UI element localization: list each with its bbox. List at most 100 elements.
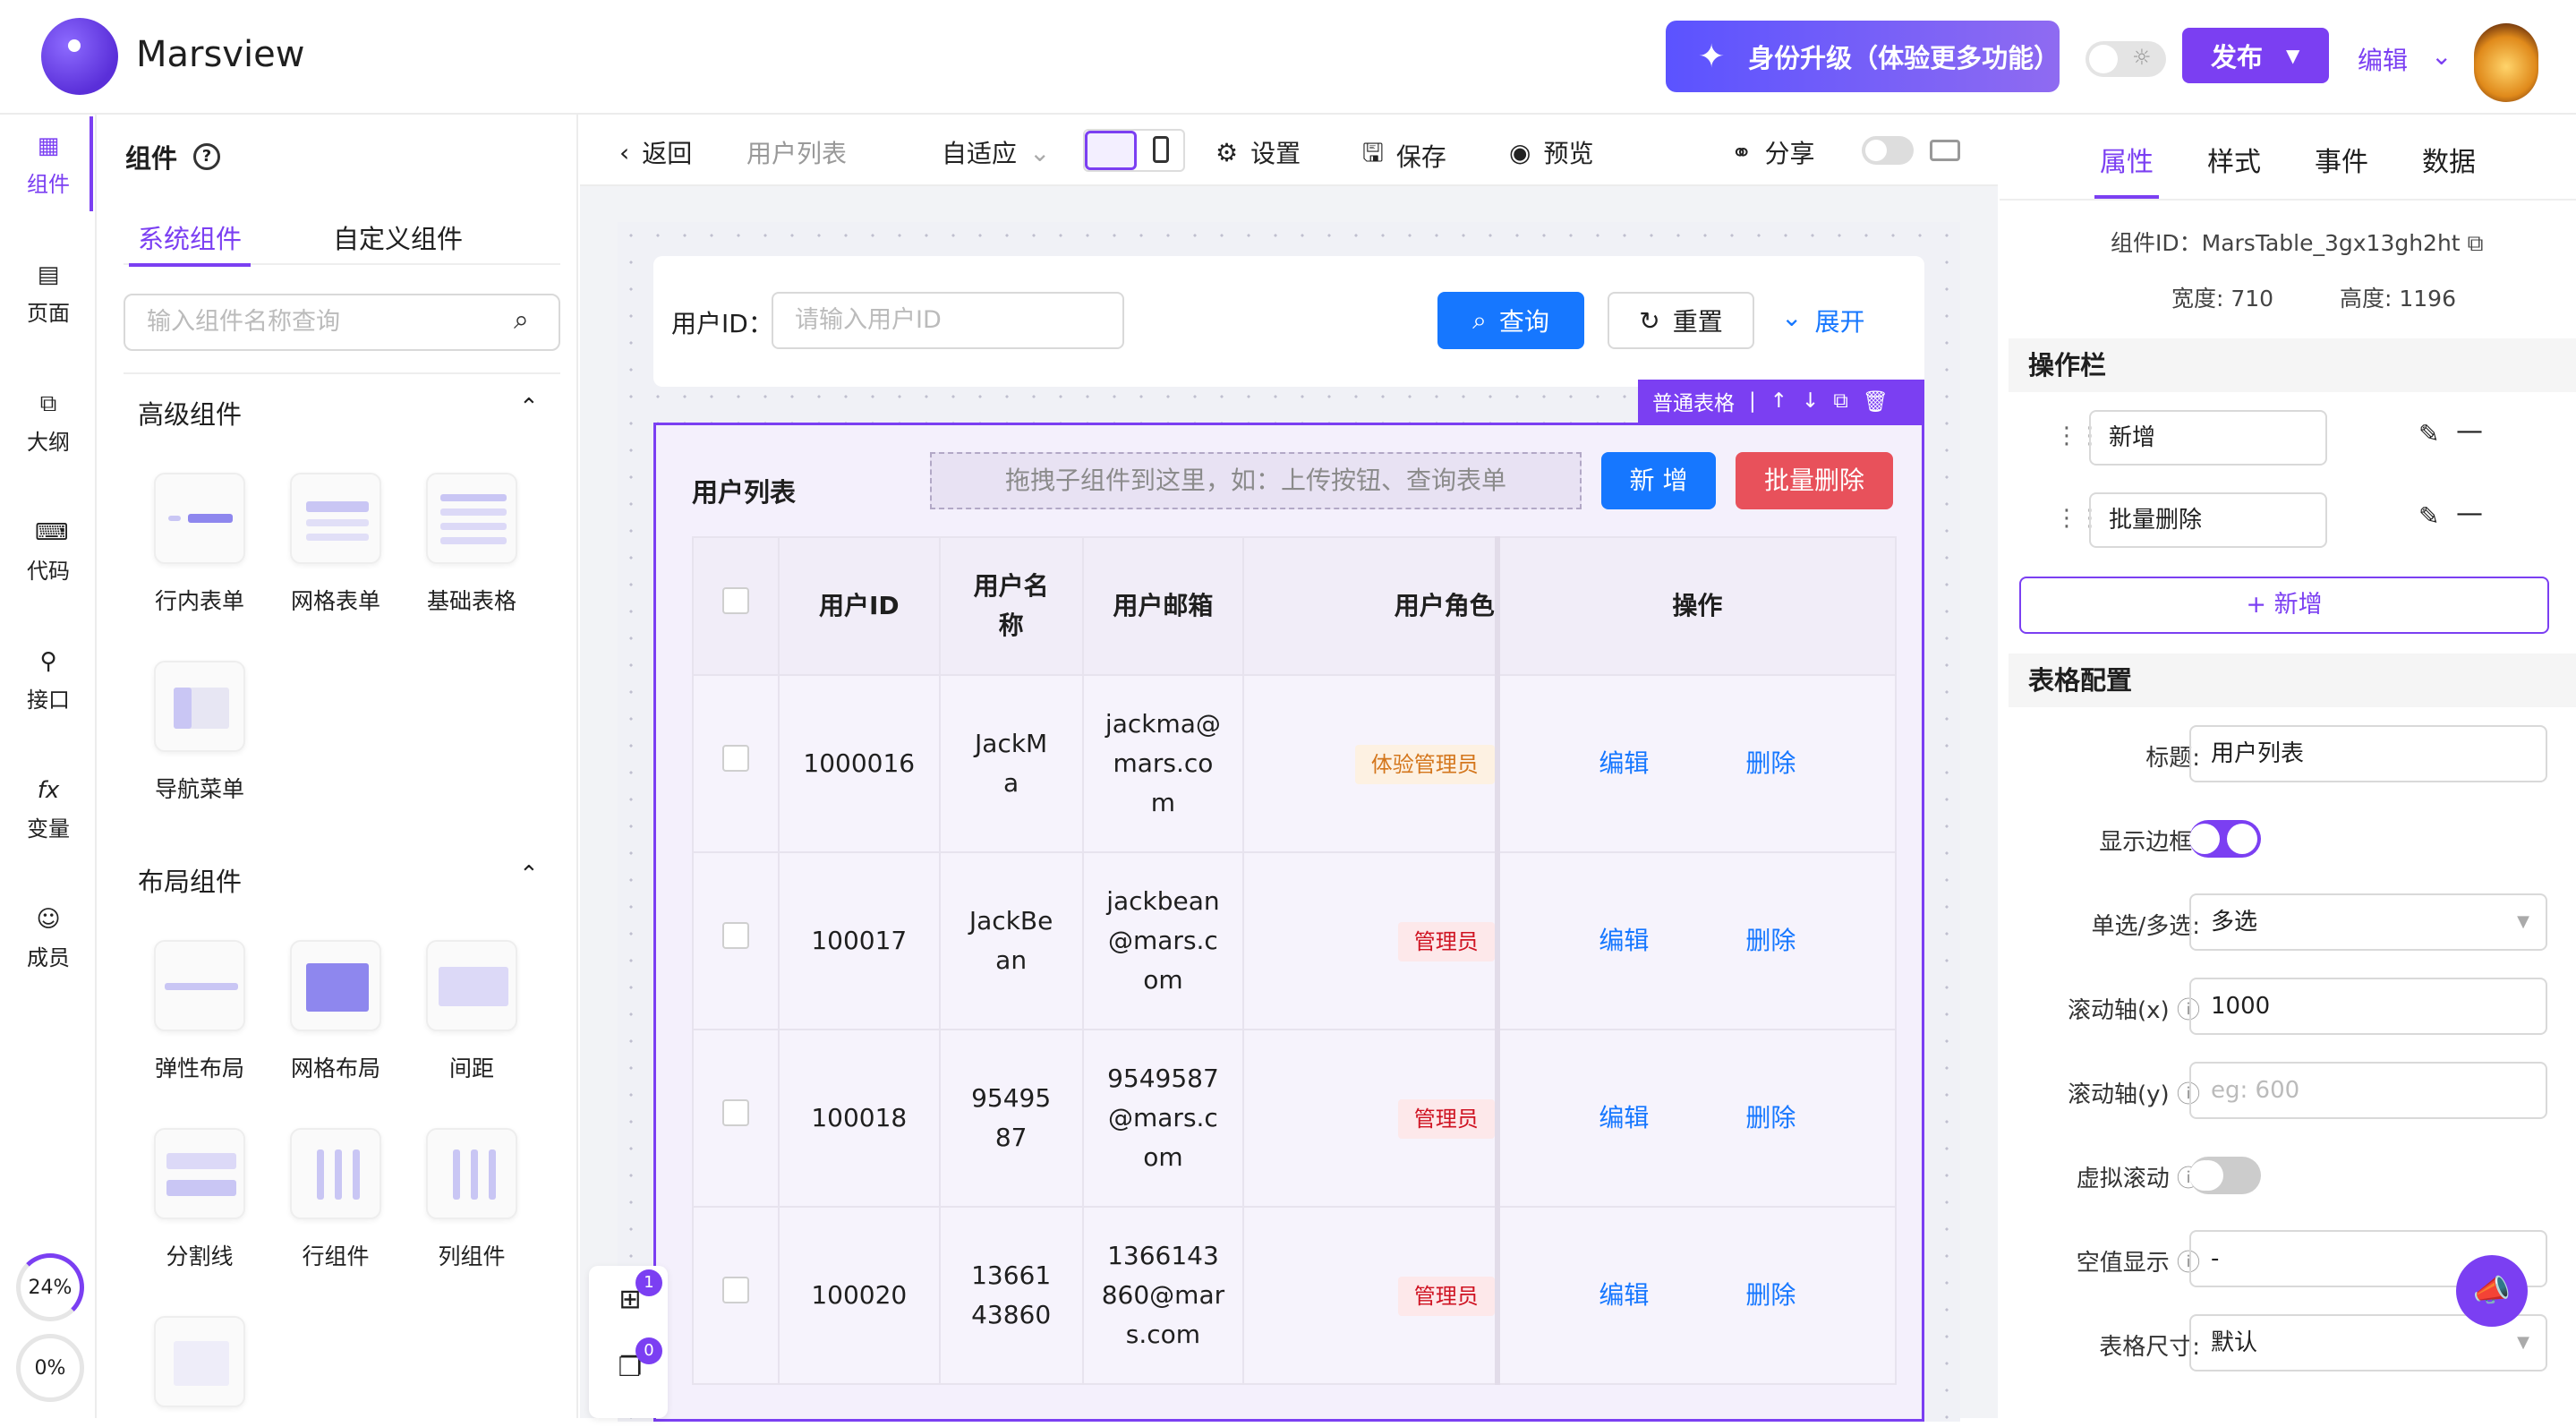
- edit-icon[interactable]: ✎: [2418, 419, 2439, 449]
- email-cell: 9549587@mars.com: [1081, 1029, 1245, 1208]
- edit-link[interactable]: 编辑: [1599, 926, 1649, 955]
- component-grid-form[interactable]: 网格表单: [277, 473, 394, 616]
- arrow-down-icon[interactable]: ↓: [1802, 389, 1819, 413]
- scroll-x-input[interactable]: 1000: [2189, 978, 2547, 1035]
- divider: [124, 372, 560, 374]
- upgrade-button[interactable]: ✦ 身份升级（体验更多功能）: [1666, 21, 2060, 92]
- batch-delete-button[interactable]: 批量删除: [1736, 452, 1893, 509]
- delete-link[interactable]: 删除: [1745, 926, 1796, 955]
- edit-link[interactable]: 编辑: [1599, 748, 1649, 778]
- rail-item-outline[interactable]: ⧉ 大纲: [0, 390, 97, 456]
- user-id-label: 用户ID：: [671, 309, 773, 338]
- component-basic-table[interactable]: 基础表格: [414, 473, 530, 616]
- op-input[interactable]: 批量删除: [2089, 492, 2327, 548]
- row-checkbox[interactable]: [721, 922, 749, 949]
- op-input[interactable]: 新增: [2089, 410, 2327, 466]
- desktop-icon[interactable]: [1085, 131, 1137, 170]
- copy-icon[interactable]: ⧉: [1833, 389, 1847, 413]
- component-space[interactable]: 间距: [414, 940, 530, 1083]
- component-label: 行组件: [302, 1243, 370, 1269]
- add-op-button[interactable]: + 新增: [2019, 577, 2549, 634]
- rail-item-members[interactable]: ☺ 成员: [0, 906, 97, 971]
- expand-button[interactable]: ⌄ 展开: [1781, 303, 1864, 338]
- rail-item-code[interactable]: ⌨ 代码: [0, 519, 97, 585]
- row-checkbox[interactable]: [721, 1099, 749, 1126]
- component-search-input[interactable]: 输入组件名称查询: [124, 294, 560, 351]
- component-row[interactable]: 行组件: [277, 1128, 394, 1271]
- share-button[interactable]: ⚭ 分享: [1731, 134, 1814, 170]
- add-button[interactable]: 新 增: [1601, 452, 1716, 509]
- scroll-y-input[interactable]: eg: 600: [2189, 1062, 2547, 1119]
- edit-link[interactable]: 编辑: [1599, 1103, 1649, 1132]
- query-button[interactable]: ⌕ 查询: [1437, 292, 1584, 349]
- tab-props[interactable]: 属性: [2094, 140, 2159, 199]
- settings-button[interactable]: ⚙ 设置: [1215, 134, 1301, 170]
- chevron-up-icon[interactable]: ⌃: [519, 861, 539, 888]
- search-icon[interactable]: ⌕: [514, 304, 529, 336]
- email-cell: jackbean@mars.com: [1081, 851, 1245, 1030]
- mobile-icon[interactable]: [1153, 136, 1169, 163]
- action-cell: 编辑 删除: [1496, 851, 1898, 1030]
- fit-dropdown[interactable]: 自适应 ⌄: [942, 134, 1050, 170]
- arrow-up-icon[interactable]: ↑: [1770, 389, 1787, 413]
- rail-item-api[interactable]: ⚲ 接口: [0, 648, 97, 714]
- tab-system-components[interactable]: 系统组件: [128, 218, 252, 267]
- toolbar-toggle[interactable]: [1862, 136, 1914, 165]
- col-header: 用户角色: [1242, 536, 1500, 676]
- select-all-checkbox[interactable]: [721, 587, 749, 614]
- rail-item-components[interactable]: ▦ 组件: [0, 116, 97, 211]
- edit-icon[interactable]: ✎: [2418, 501, 2439, 531]
- save-button[interactable]: 🖫 保存: [1362, 134, 1446, 177]
- table-wrapper[interactable]: 用户列表 拖拽子组件到这里，如：上传按钮、查询表单 新 增 批量删除 用户ID …: [653, 423, 1924, 1422]
- component-col[interactable]: 列组件: [414, 1128, 530, 1271]
- title-input[interactable]: 用户列表: [2189, 725, 2547, 782]
- publish-button[interactable]: 发布 ▼: [2182, 28, 2329, 83]
- select-mode-dropdown[interactable]: 多选 ▼: [2189, 893, 2547, 951]
- delete-link[interactable]: 删除: [1745, 1280, 1796, 1310]
- tab-style[interactable]: 样式: [2207, 140, 2261, 179]
- tab-custom-components[interactable]: 自定义组件: [333, 218, 463, 256]
- preview-button[interactable]: ◉ 预览: [1509, 134, 1593, 170]
- edit-dropdown[interactable]: 编辑 ⌄: [2358, 41, 2452, 77]
- email-cell: jackma@mars.com: [1081, 674, 1245, 853]
- rail-item-variables[interactable]: fx 变量: [0, 777, 97, 842]
- row-checkbox[interactable]: [721, 1277, 749, 1303]
- chevron-left-icon: ‹: [619, 137, 630, 167]
- border-toggle[interactable]: [2189, 820, 2261, 858]
- select-mode-label: 单选/多选:: [2091, 913, 2200, 940]
- component-nav-menu[interactable]: 导航菜单: [141, 661, 258, 804]
- component-more[interactable]: [141, 1316, 258, 1427]
- virtual-scroll-toggle[interactable]: [2189, 1157, 2261, 1194]
- component-divider[interactable]: 分割线: [141, 1128, 258, 1271]
- user-id-input[interactable]: 请输入用户ID: [772, 292, 1124, 349]
- edit-link[interactable]: 编辑: [1599, 1280, 1649, 1310]
- delete-link[interactable]: 删除: [1745, 1103, 1796, 1132]
- divider: [2000, 199, 2576, 201]
- minus-icon[interactable]: —: [2456, 415, 2483, 447]
- chevron-up-icon[interactable]: ⌃: [519, 394, 539, 421]
- rail-label: 页面: [27, 301, 70, 326]
- reset-label: 重置: [1672, 307, 1723, 337]
- row-checkbox[interactable]: [721, 745, 749, 772]
- component-flex-layout[interactable]: 弹性布局: [141, 940, 258, 1083]
- search-form: 用户ID： 请输入用户ID ⌕ 查询 ↻ 重置 ⌄ 展开: [653, 256, 1924, 387]
- minus-icon[interactable]: —: [2456, 498, 2483, 529]
- back-button[interactable]: ‹ 返回: [619, 134, 692, 170]
- nav-menu-icon: [154, 661, 245, 752]
- tab-events[interactable]: 事件: [2315, 140, 2368, 179]
- reset-button[interactable]: ↻ 重置: [1608, 292, 1754, 349]
- theme-toggle[interactable]: ☼: [2086, 41, 2166, 77]
- rail-item-pages[interactable]: ▤ 页面: [0, 261, 97, 327]
- fit-label: 自适应: [942, 139, 1018, 168]
- copy-icon[interactable]: ⧉: [2468, 230, 2484, 256]
- trash-icon[interactable]: 🗑: [1863, 389, 1889, 414]
- drop-zone[interactable]: 拖拽子组件到这里，如：上传按钮、查询表单: [930, 452, 1582, 509]
- help-icon[interactable]: ?: [193, 143, 221, 170]
- announcement-button[interactable]: 📣: [2456, 1255, 2528, 1327]
- component-inline-form[interactable]: 行内表单: [141, 473, 258, 616]
- component-grid-layout[interactable]: 网格布局: [277, 940, 394, 1083]
- keyboard-icon[interactable]: [1930, 140, 1960, 161]
- delete-link[interactable]: 删除: [1745, 748, 1796, 778]
- tab-data[interactable]: 数据: [2422, 140, 2476, 179]
- avatar[interactable]: [2474, 23, 2538, 102]
